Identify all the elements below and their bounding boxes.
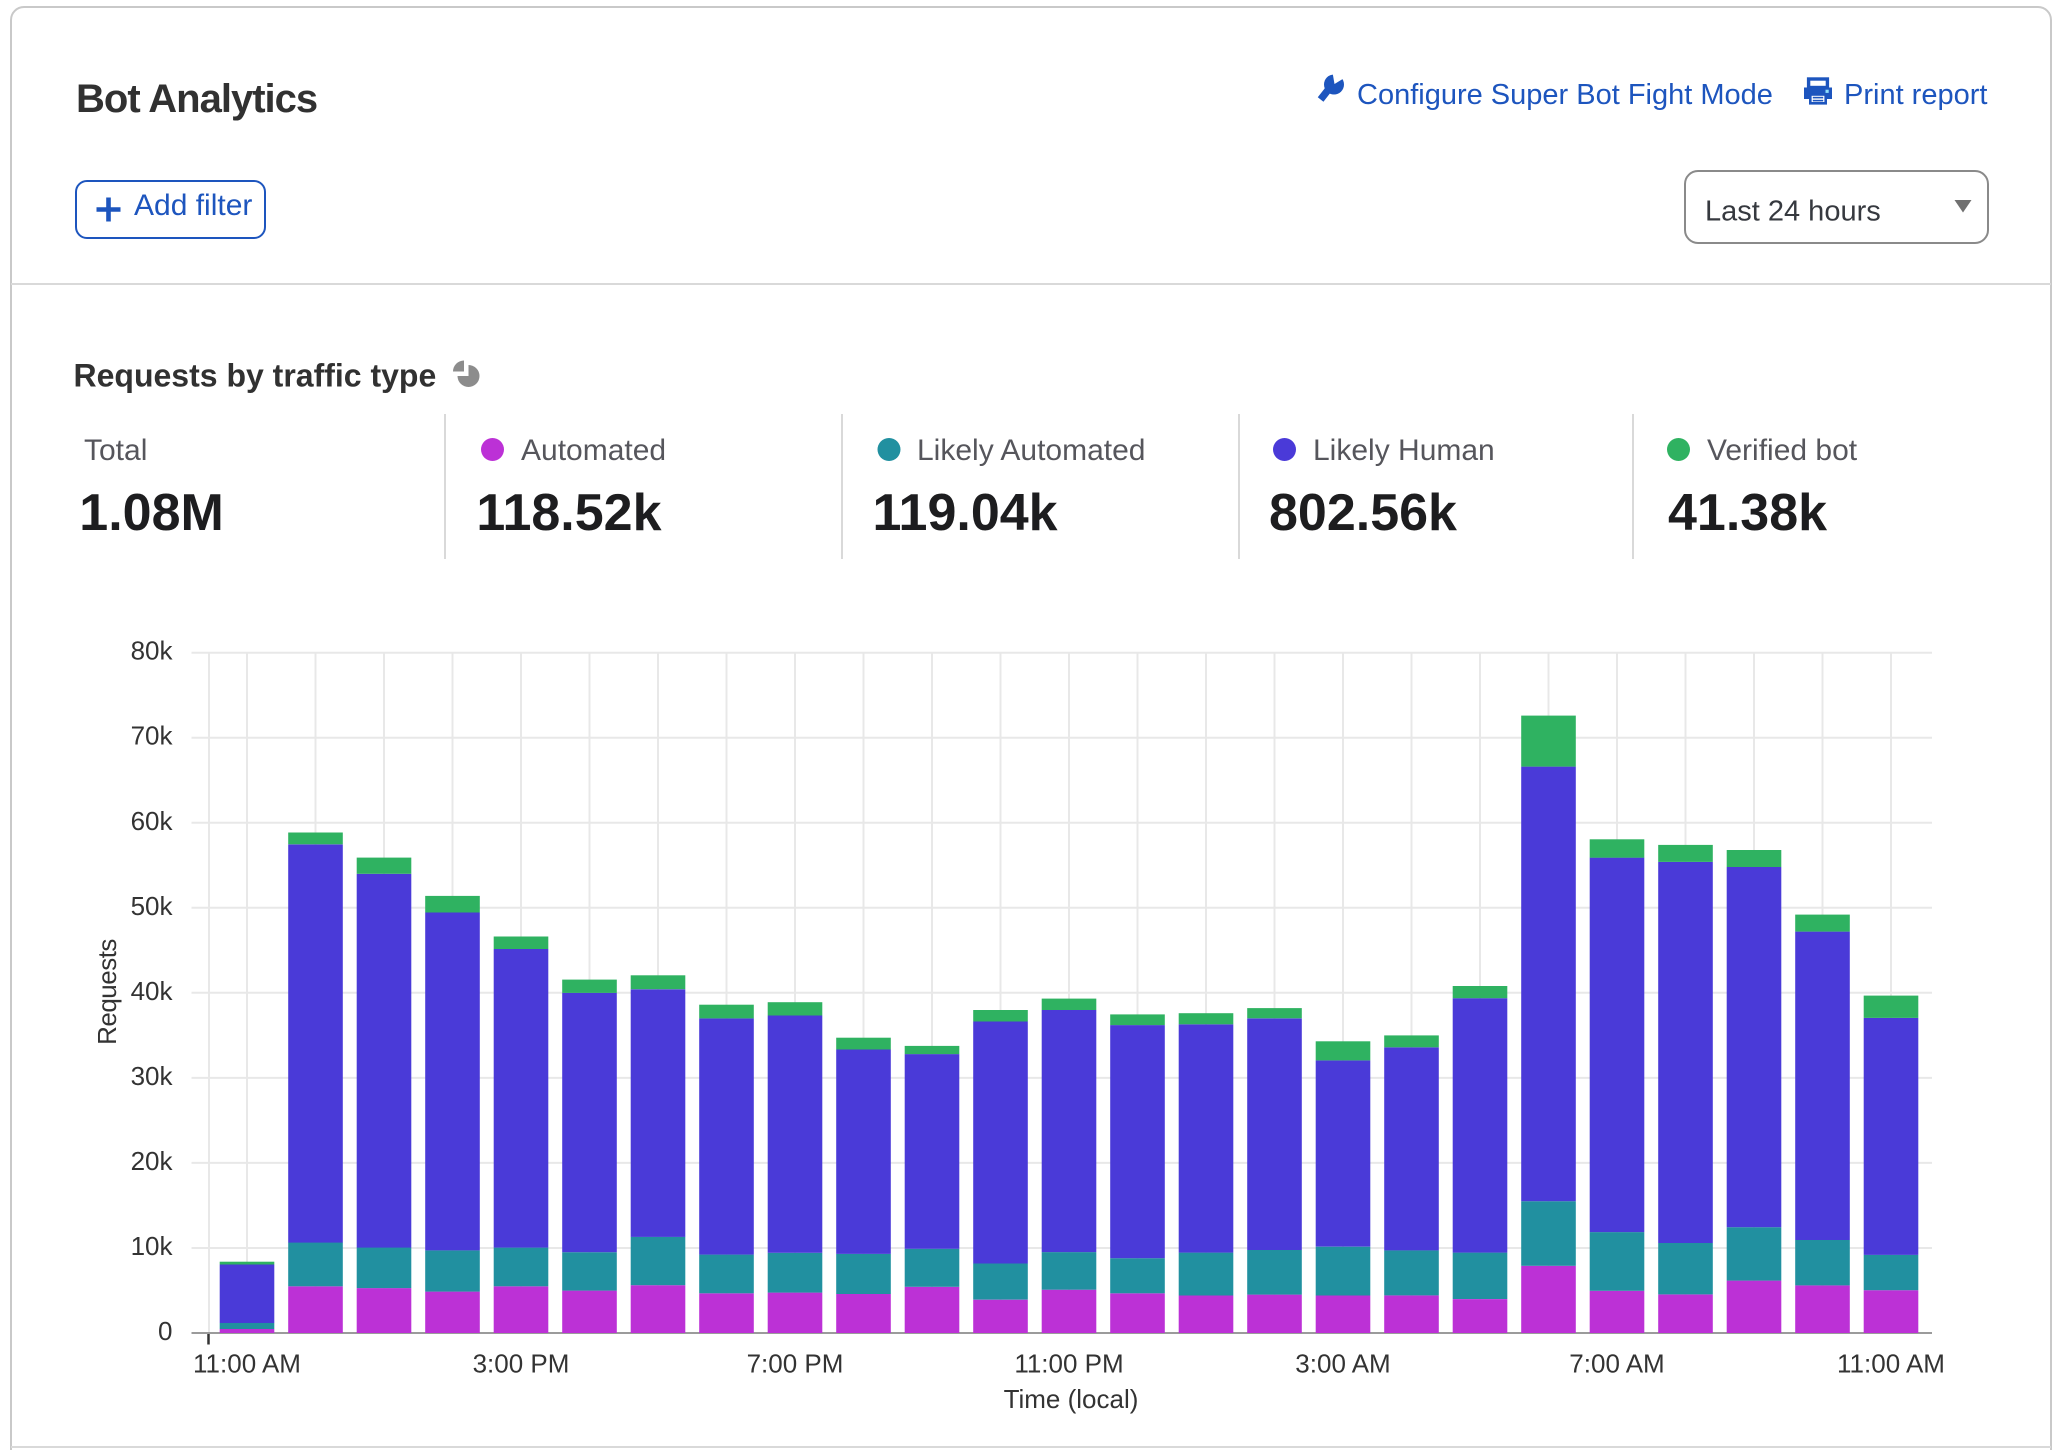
svg-text:7:00 AM: 7:00 AM bbox=[1569, 1349, 1664, 1379]
svg-text:802.56k: 802.56k bbox=[1269, 484, 1457, 542]
svg-text:80k: 80k bbox=[131, 636, 174, 666]
svg-text:119.04k: 119.04k bbox=[873, 484, 1058, 542]
svg-text:11:00 PM: 11:00 PM bbox=[1014, 1349, 1123, 1379]
svg-text:Likely Automated: Likely Automated bbox=[917, 434, 1145, 467]
svg-text:Automated: Automated bbox=[521, 434, 666, 467]
svg-text:Verified bot: Verified bot bbox=[1707, 434, 1858, 467]
svg-text:7:00 PM: 7:00 PM bbox=[747, 1349, 844, 1379]
svg-text:3:00 PM: 3:00 PM bbox=[473, 1349, 570, 1379]
svg-text:60k: 60k bbox=[131, 806, 174, 836]
svg-text:11:00 AM: 11:00 AM bbox=[193, 1349, 301, 1379]
svg-text:1.08M: 1.08M bbox=[79, 484, 224, 542]
svg-text:Print report: Print report bbox=[1844, 79, 1987, 111]
svg-text:Time (local): Time (local) bbox=[1004, 1384, 1139, 1414]
svg-text:30k: 30k bbox=[131, 1061, 174, 1091]
svg-text:Requests: Requests bbox=[92, 939, 122, 1045]
svg-text:Requests by traffic type: Requests by traffic type bbox=[74, 358, 437, 394]
svg-text:Configure Super Bot Fight Mode: Configure Super Bot Fight Mode bbox=[1357, 79, 1773, 111]
svg-text:20k: 20k bbox=[131, 1146, 174, 1176]
svg-text:50k: 50k bbox=[131, 891, 174, 921]
svg-text:41.38k: 41.38k bbox=[1668, 484, 1827, 542]
svg-text:10k: 10k bbox=[131, 1231, 174, 1261]
svg-text:3:00 AM: 3:00 AM bbox=[1295, 1349, 1390, 1379]
svg-text:0: 0 bbox=[158, 1316, 172, 1346]
svg-text:70k: 70k bbox=[131, 721, 174, 751]
svg-text:Last 24 hours: Last 24 hours bbox=[1705, 196, 1881, 228]
svg-text:Total: Total bbox=[84, 434, 147, 467]
svg-text:Bot Analytics: Bot Analytics bbox=[76, 77, 317, 121]
svg-text:Add filter: Add filter bbox=[134, 189, 252, 222]
svg-text:11:00 AM: 11:00 AM bbox=[1837, 1349, 1945, 1379]
svg-text:118.52k: 118.52k bbox=[476, 484, 661, 542]
svg-text:40k: 40k bbox=[131, 976, 174, 1006]
svg-text:Likely Human: Likely Human bbox=[1313, 434, 1495, 467]
